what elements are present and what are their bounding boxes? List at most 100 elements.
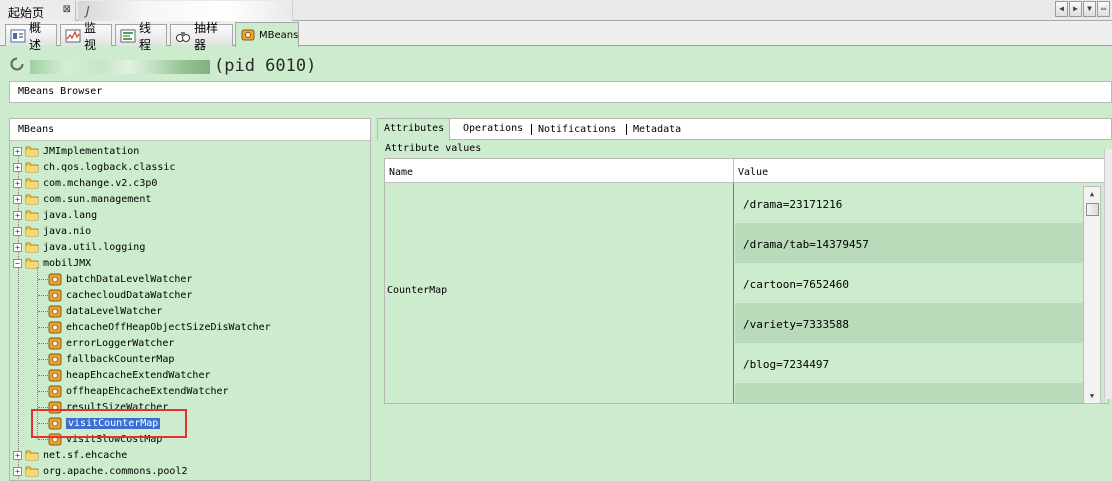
tree-node-jmimplementation[interactable]: + JMImplementation — [13, 143, 139, 159]
tree-node-label: JMImplementation — [43, 145, 140, 157]
tab-notifications[interactable]: Notifications — [531, 124, 621, 135]
folder-icon — [25, 194, 39, 205]
folder-icon — [25, 226, 39, 237]
tab-attributes[interactable]: Attributes — [378, 119, 451, 141]
tree-leaf-heapehcacheextendwatcher[interactable]: heapEhcacheExtendWatcher — [48, 367, 211, 383]
panel-scrollbar[interactable] — [1104, 149, 1112, 399]
tree-leaf-label: offheapEhcacheExtendWatcher — [66, 385, 229, 397]
expand-icon[interactable]: + — [13, 466, 22, 476]
tab-mbeans-label: MBeans — [259, 29, 299, 41]
tree-leaf-label: ehcacheOffHeapObjectSizeDisWatcher — [66, 321, 271, 333]
tab-metadata[interactable]: Metadata — [626, 124, 686, 135]
mbeans-browser-title: MBeans Browser — [9, 81, 1112, 103]
folder-icon — [25, 162, 39, 173]
tree-node-mobiljmx[interactable]: − mobilJMX — [13, 255, 91, 271]
attribute-name-cell[interactable]: CounterMap — [385, 183, 734, 403]
folder-icon — [25, 450, 39, 461]
monitor-icon — [65, 29, 81, 42]
tab-overview[interactable]: 概述 — [5, 21, 57, 52]
expand-icon[interactable]: + — [13, 450, 22, 460]
close-tab-icon[interactable]: ⊠ — [63, 4, 71, 15]
view-tab-bar: 概述 监视 线程 抽样器 MBeans — [0, 21, 1112, 52]
expand-icon[interactable]: + — [13, 226, 22, 236]
expand-icon[interactable]: + — [13, 210, 22, 220]
tab-threads[interactable]: 线程 — [115, 21, 167, 52]
attributes-panel: Attributes Operations Notifications Meta… — [377, 118, 1112, 481]
tree-leaf-label: cachecloudDataWatcher — [66, 289, 193, 301]
tab-list-icon[interactable]: ▼ — [1083, 1, 1096, 17]
tree-node-label: com.mchange.v2.c3p0 — [43, 177, 158, 189]
scroll-right-icon[interactable]: ▶ — [1069, 1, 1082, 17]
tree-node-label: java.util.logging — [43, 241, 146, 253]
tree-node-label: mobilJMX — [43, 257, 92, 269]
tree-node-java-lang[interactable]: + java.lang — [13, 207, 97, 223]
tree-leaf-datalevelwatcher[interactable]: dataLevelWatcher — [48, 303, 162, 319]
sampler-icon — [176, 31, 190, 42]
tree-leaf-offheapehcacheextendwatcher[interactable]: offheapEhcacheExtendWatcher — [48, 383, 229, 399]
tab-application[interactable]: J — [78, 1, 293, 21]
mbean-icon — [48, 337, 62, 349]
expand-icon[interactable]: + — [13, 242, 22, 252]
attribute-table: Name Value CounterMap /drama=23171216 /d… — [384, 158, 1109, 404]
expand-icon[interactable]: + — [13, 178, 22, 188]
tree-leaf-cacheclouddatawatcher[interactable]: cachecloudDataWatcher — [48, 287, 192, 303]
threads-icon — [120, 29, 136, 42]
mbeans-icon — [241, 29, 255, 41]
expand-icon[interactable]: + — [13, 146, 22, 156]
tree-node-com-sun-management[interactable]: + com.sun.management — [13, 191, 151, 207]
tree-leaf-ehcacheoffheapobjectsizediswatcher[interactable]: ehcacheOffHeapObjectSizeDisWatcher — [48, 319, 271, 335]
value-row[interactable]: /blog=7234497 — [735, 343, 1087, 383]
tree-node-java-nio[interactable]: + java.nio — [13, 223, 91, 239]
tab-operations[interactable]: Operations — [457, 119, 528, 140]
expand-icon[interactable]: + — [13, 194, 22, 204]
scroll-down-icon[interactable]: ▼ — [1084, 389, 1100, 403]
tree-leaf-label: errorLoggerWatcher — [66, 337, 175, 349]
tree-node-java-util-logging[interactable]: + java.util.logging — [13, 239, 145, 255]
tab-sampler[interactable]: 抽样器 — [170, 21, 233, 52]
value-row[interactable]: /drama/tab=14379457 — [735, 223, 1087, 263]
tree-node-org-apache-commons-pool2[interactable]: + org.apache.commons.pool2 — [13, 463, 188, 479]
tree-leaf-label: fallbackCounterMap — [66, 353, 175, 365]
value-scrollbar[interactable]: ▲ ▼ — [1083, 186, 1101, 404]
column-header-value[interactable]: Value — [734, 159, 1108, 183]
folder-icon — [25, 146, 39, 157]
scroll-up-icon[interactable]: ▲ — [1084, 187, 1100, 201]
application-header: (pid 6010) — [0, 46, 1112, 82]
tab-navigation: ◀ ▶ ▼ ▭ — [1055, 1, 1110, 17]
value-row[interactable] — [735, 383, 1087, 403]
folder-icon — [25, 178, 39, 189]
process-id: (pid 6010) — [214, 56, 317, 76]
mbean-icon — [48, 305, 62, 317]
highlight-annotation — [31, 409, 187, 438]
tree-leaf-fallbackcountermap[interactable]: fallbackCounterMap — [48, 351, 174, 367]
folder-icon — [25, 210, 39, 221]
folder-icon — [25, 242, 39, 253]
value-row[interactable]: /variety=7333588 — [735, 303, 1087, 343]
attribute-values-label: Attribute values — [385, 143, 482, 154]
tab-monitor[interactable]: 监视 — [60, 21, 112, 52]
value-row[interactable]: /cartoon=7652460 — [735, 263, 1087, 303]
tab-mbeans[interactable]: MBeans — [235, 22, 299, 47]
tree-node-net-sf-ehcache[interactable]: + net.sf.ehcache — [13, 447, 127, 463]
column-header-name[interactable]: Name — [385, 159, 734, 183]
collapse-icon[interactable]: − — [13, 258, 22, 268]
tree-leaf-errorloggerwatcher[interactable]: errorLoggerWatcher — [48, 335, 174, 351]
tree-node-label: org.apache.commons.pool2 — [43, 465, 188, 477]
tree-node-label: java.nio — [43, 225, 92, 237]
tree-node-com-mchange-v2-c3p0[interactable]: + com.mchange.v2.c3p0 — [13, 175, 157, 191]
expand-icon[interactable]: + — [13, 162, 22, 172]
mbean-icon — [48, 289, 62, 301]
tree-node-label: net.sf.ehcache — [43, 449, 128, 461]
scrollbar-thumb[interactable] — [1086, 203, 1099, 216]
restore-window-icon[interactable]: ▭ — [1097, 1, 1110, 17]
application-name-redacted — [30, 60, 210, 74]
tree-node-label: java.lang — [43, 209, 98, 221]
mbean-icon — [48, 321, 62, 333]
tree-leaf-label: dataLevelWatcher — [66, 305, 163, 317]
tree-node-ch-qos-logback-classic[interactable]: + ch.qos.logback.classic — [13, 159, 175, 175]
attribute-value-list[interactable]: /drama=23171216 /drama/tab=14379457 /car… — [735, 183, 1087, 403]
scroll-left-icon[interactable]: ◀ — [1055, 1, 1068, 17]
mbean-icon — [48, 273, 62, 285]
value-row[interactable]: /drama=23171216 — [735, 183, 1087, 223]
tree-leaf-batchdatalevelwatcher[interactable]: batchDataLevelWatcher — [48, 271, 192, 287]
